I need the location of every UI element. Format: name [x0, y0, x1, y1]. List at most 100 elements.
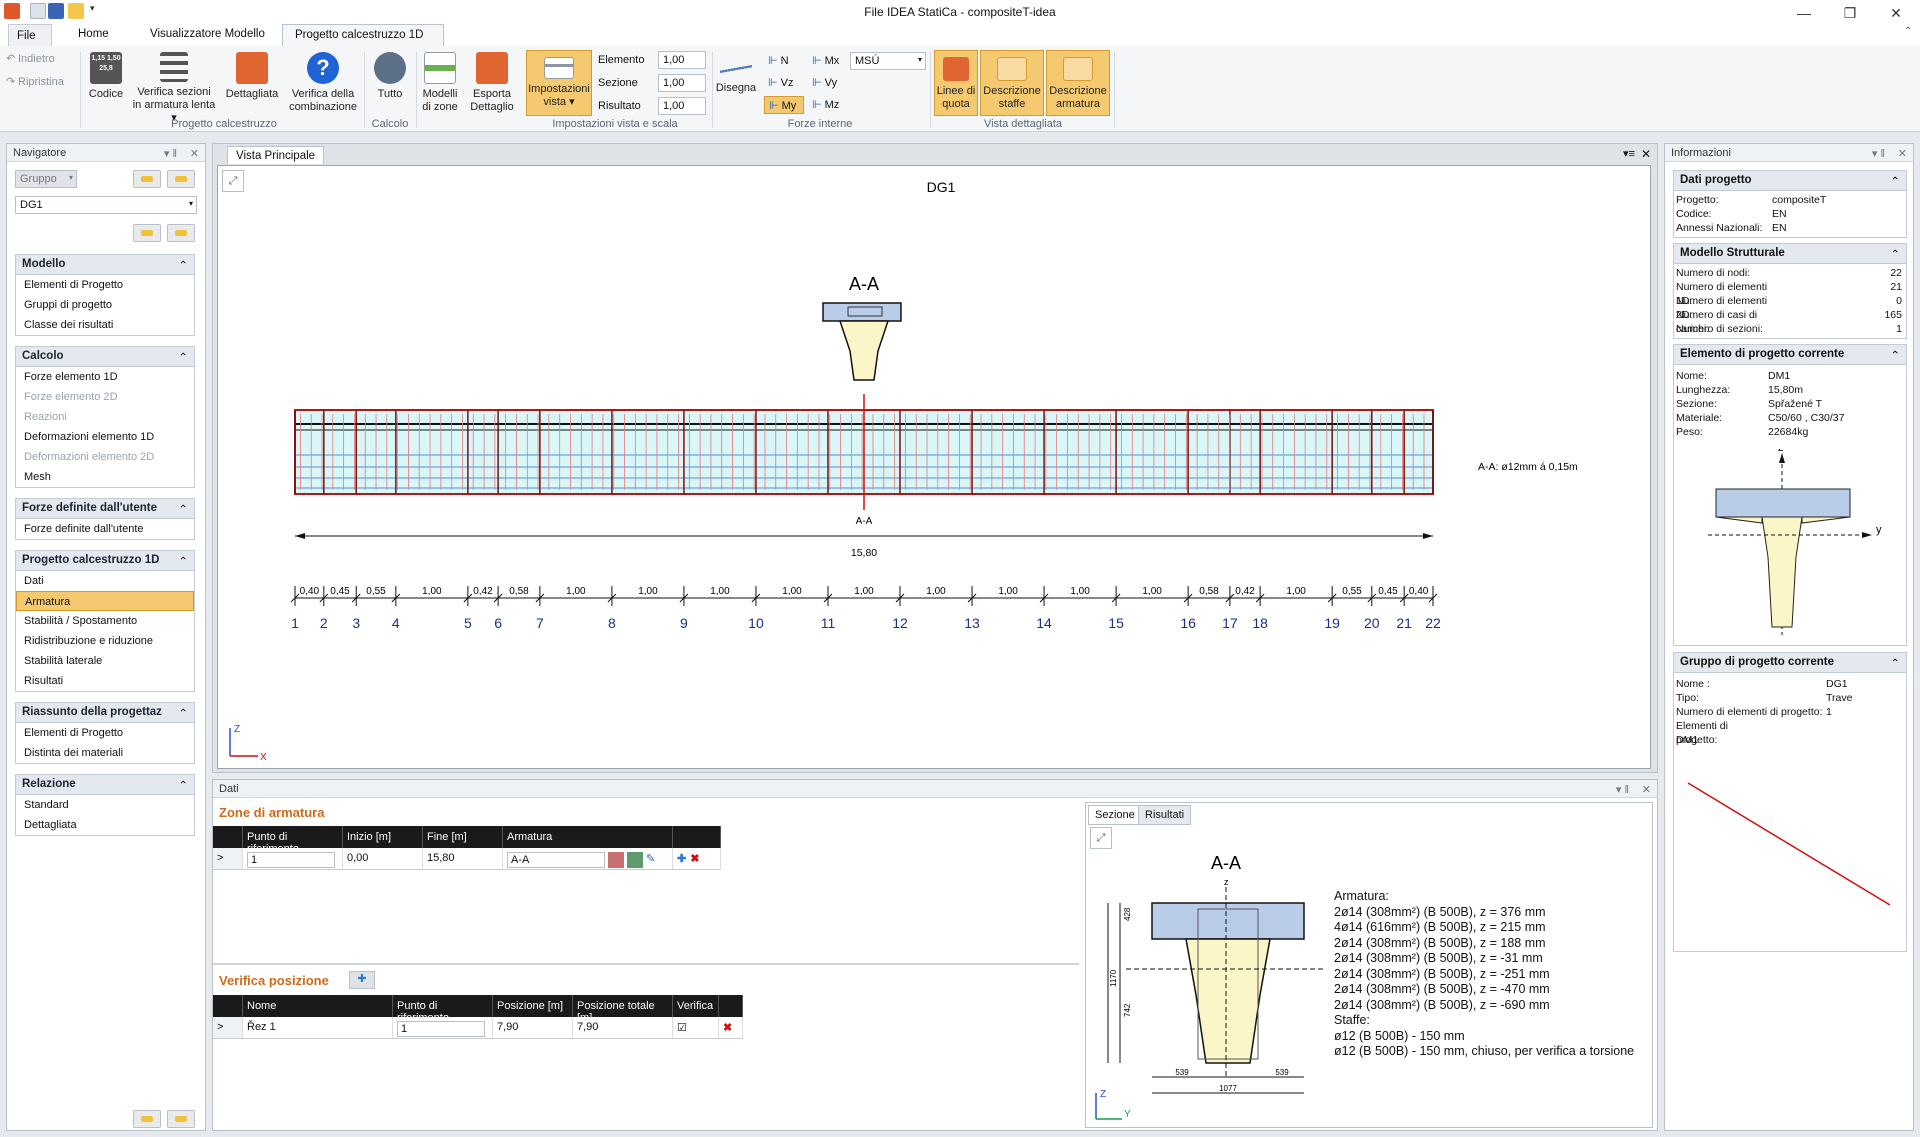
- tab-sezione[interactable]: Sezione: [1088, 805, 1142, 825]
- tab-visualizzatore[interactable]: Visualizzatore Modello: [138, 24, 277, 46]
- nav-item[interactable]: Forze elemento 1D: [16, 367, 194, 387]
- nav-item[interactable]: Forze definite dall'utente: [16, 519, 194, 539]
- next-arrow-button[interactable]: [167, 170, 195, 188]
- maximize-button[interactable]: ❐: [1830, 2, 1870, 24]
- edit-zone-icon[interactable]: [627, 852, 643, 868]
- nav-section-header[interactable]: Relazione: [16, 775, 194, 795]
- esporta-dettaglio-button[interactable]: Esporta Dettaglio: [468, 52, 516, 114]
- tutto-button[interactable]: Tutto: [370, 52, 410, 101]
- nav-item[interactable]: Elementi di Progetto: [16, 275, 194, 295]
- nav-item[interactable]: Dati: [16, 571, 194, 591]
- tab-progetto-calcestruzzo[interactable]: Progetto calcestruzzo 1D: [282, 24, 444, 46]
- modelli-di-zone-button[interactable]: Modelli di zone: [420, 52, 460, 114]
- limit-state-select[interactable]: MSÚ ▾: [850, 52, 926, 70]
- force-mx-button[interactable]: ⊩ Mx: [808, 52, 848, 70]
- info-row: Numero di sezioni: 1: [1676, 323, 1902, 335]
- disegna-button[interactable]: Disegna: [714, 60, 758, 95]
- nav-item[interactable]: Forze elemento 2D: [16, 387, 194, 407]
- force-vy-button[interactable]: ⊩ Vy: [808, 74, 848, 92]
- close-icon[interactable]: ✕: [190, 147, 199, 160]
- nav-section-header[interactable]: Progetto calcestruzzo 1D: [16, 551, 194, 571]
- nav-item[interactable]: Mesh: [16, 467, 194, 487]
- delete-icon[interactable]: ✖: [719, 1017, 743, 1038]
- add-check-button[interactable]: ✚: [349, 971, 375, 989]
- panel-menu-icon[interactable]: ▾ ‖: [1616, 783, 1629, 796]
- redo-button[interactable]: ↷ Ripristina: [6, 75, 76, 88]
- tab-risultati[interactable]: Risultati: [1138, 805, 1192, 825]
- force-n-button[interactable]: ⊩ N: [764, 52, 800, 70]
- ribbon-collapse-icon[interactable]: ⌃: [1904, 26, 1912, 37]
- nav-section-header[interactable]: Modello: [16, 255, 194, 275]
- sezione-scale-input[interactable]: 1,00: [658, 74, 706, 92]
- copy-icon[interactable]: [608, 852, 624, 868]
- elemento-scale-input[interactable]: 1,00: [658, 51, 706, 69]
- linee-di-quota-button[interactable]: Linee di quota: [934, 50, 978, 116]
- nav-item[interactable]: Reazioni: [16, 407, 194, 427]
- risultato-scale-input[interactable]: 1,00: [658, 97, 706, 115]
- nav-section-header[interactable]: Calcolo: [16, 347, 194, 367]
- table-row[interactable]: > Řez 1 1 7,90 7,90 ☑ ✖: [213, 1017, 743, 1039]
- nav-item[interactable]: Distinta dei materiali: [16, 743, 194, 763]
- undo-button[interactable]: ↶ Indietro: [6, 52, 66, 65]
- info-row: Numero di casi di carichi: 165: [1676, 309, 1902, 335]
- dettagliata-button[interactable]: Dettagliata: [224, 52, 280, 101]
- ref-point-select[interactable]: 1: [397, 1021, 485, 1037]
- nome-cell[interactable]: Řez 1: [243, 1017, 393, 1038]
- nav-item[interactable]: Stabilità / Spostamento: [16, 611, 194, 631]
- verifica-combinazione-button[interactable]: ? Verifica della combinazione: [288, 52, 358, 114]
- posizione-totale-cell[interactable]: 7,90: [573, 1017, 673, 1038]
- force-mz-button[interactable]: ⊩ Mz: [808, 96, 848, 114]
- impostazioni-vista-button[interactable]: Impostazioni vista ▾: [526, 50, 592, 116]
- canvas[interactable]: ⤢ DG1 A-A A-A A-A: ø12mm á 0,15m 15,80 0…: [217, 165, 1651, 769]
- nav-section-header[interactable]: Riassunto della progettaz: [16, 703, 194, 723]
- nav-item[interactable]: Stabilità laterale: [16, 651, 194, 671]
- design-group-select[interactable]: DG1 ▾: [15, 196, 197, 214]
- nav-item[interactable]: Gruppi di progetto: [16, 295, 194, 315]
- inizio-cell[interactable]: 0,00: [343, 848, 423, 869]
- close-button[interactable]: ✕: [1876, 2, 1916, 24]
- move-up-button[interactable]: [133, 224, 161, 242]
- nav-item[interactable]: Standard: [16, 795, 194, 815]
- delete-icon[interactable]: ✖: [690, 852, 699, 865]
- close-icon[interactable]: ✕: [1898, 147, 1907, 160]
- verifica-checkbox[interactable]: ☑: [673, 1017, 719, 1038]
- force-vz-button[interactable]: ⊩ Vz: [764, 74, 804, 92]
- move-down-button[interactable]: [167, 224, 195, 242]
- panel-menu-icon[interactable]: ▾ ‖: [1872, 147, 1885, 160]
- nav-item[interactable]: Deformazioni elemento 2D: [16, 447, 194, 467]
- nav-up-button[interactable]: [133, 1110, 161, 1128]
- posizione-cell[interactable]: 7,90: [493, 1017, 573, 1038]
- nav-item[interactable]: Deformazioni elemento 1D: [16, 427, 194, 447]
- nav-section-header[interactable]: Forze definite dall'utente: [16, 499, 194, 519]
- nav-item[interactable]: Dettagliata: [16, 815, 194, 835]
- codice-button[interactable]: 1,15 1,50 25,8 Codice: [86, 52, 126, 101]
- add-icon[interactable]: ✚: [677, 852, 686, 865]
- nav-item[interactable]: Classe dei risultati: [16, 315, 194, 335]
- panel-menu-icon[interactable]: ▾ ‖: [164, 147, 177, 160]
- pencil-icon[interactable]: ✎: [646, 852, 662, 868]
- descrizione-staffe-button[interactable]: Descrizione staffe: [980, 50, 1044, 116]
- tab-home[interactable]: Home: [66, 24, 121, 46]
- tab-vista-principale[interactable]: Vista Principale: [227, 146, 325, 164]
- close-icon[interactable]: ✕: [1641, 147, 1651, 161]
- view-menu-icon[interactable]: ▾≡: [1623, 147, 1635, 160]
- nav-item[interactable]: Ridistribuzione e riduzione: [16, 631, 194, 651]
- table-row[interactable]: > 1 0,00 15,80 A-A ✎ ✚ ✖: [213, 848, 721, 870]
- arm-line: 2ø14 (308mm²) (B 500B), z = 188 mm: [1334, 935, 1546, 950]
- gruppo-select[interactable]: Gruppo ▾: [15, 170, 77, 188]
- descrizione-armatura-button[interactable]: Descrizione armatura: [1046, 50, 1110, 116]
- close-icon[interactable]: ✕: [1642, 783, 1651, 796]
- node-label: 9: [680, 615, 688, 631]
- tab-file[interactable]: File: [8, 24, 52, 46]
- prev-arrow-button[interactable]: [133, 170, 161, 188]
- force-my-button[interactable]: ⊩ My: [764, 96, 804, 114]
- armatura-select[interactable]: A-A: [507, 852, 605, 868]
- minimize-button[interactable]: —: [1784, 2, 1824, 24]
- nav-item[interactable]: Armatura: [16, 591, 194, 611]
- ref-point-select[interactable]: 1: [247, 852, 335, 868]
- nav-down-button[interactable]: [167, 1110, 195, 1128]
- verifica-sezioni-button[interactable]: Verifica sezioni in armatura lenta ▾: [132, 52, 216, 125]
- nav-item[interactable]: Risultati: [16, 671, 194, 691]
- fine-cell[interactable]: 15,80: [423, 848, 503, 869]
- nav-item[interactable]: Elementi di Progetto: [16, 723, 194, 743]
